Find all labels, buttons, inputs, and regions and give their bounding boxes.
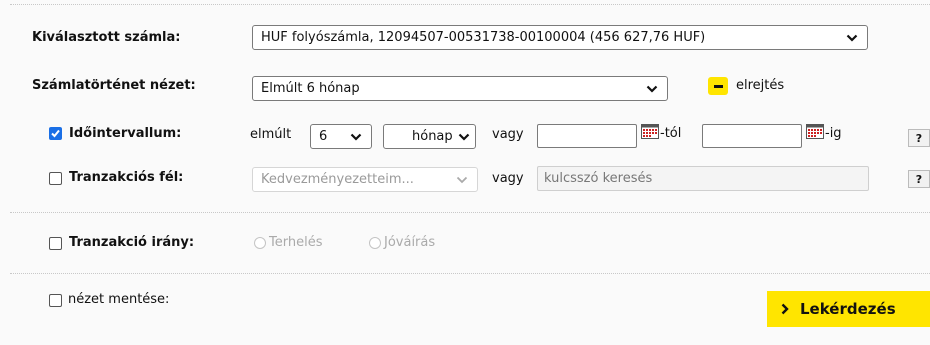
query-button-label: Lekérdezés bbox=[800, 300, 896, 318]
save-view-label: nézet mentése: bbox=[68, 292, 170, 307]
history-view-label: Számlatörténet nézet: bbox=[32, 78, 196, 93]
hide-toggle-button[interactable] bbox=[708, 77, 728, 95]
chevron-down-icon bbox=[350, 133, 362, 141]
debit-radio[interactable] bbox=[254, 237, 266, 249]
date-to-suffix: -ig bbox=[825, 126, 842, 141]
save-view-checkbox[interactable] bbox=[49, 294, 62, 307]
divider bbox=[10, 4, 930, 5]
interval-help-button[interactable]: ? bbox=[908, 129, 930, 147]
credit-radio[interactable] bbox=[369, 237, 381, 249]
party-checkbox[interactable] bbox=[49, 172, 62, 185]
checkmark-icon bbox=[51, 129, 60, 138]
direction-label: Tranzakció irány: bbox=[69, 235, 195, 250]
minus-icon bbox=[713, 84, 723, 88]
party-label: Tranzakciós fél: bbox=[69, 170, 184, 185]
history-view-select-value: Elmúlt 6 hónap bbox=[261, 81, 360, 96]
divider bbox=[10, 212, 930, 213]
calendar-icon[interactable] bbox=[806, 124, 824, 139]
keyword-search-placeholder: kulcsszó keresés bbox=[544, 171, 653, 186]
interval-or-label: vagy bbox=[492, 127, 524, 142]
interval-amount-select[interactable]: 6 bbox=[310, 124, 372, 149]
debit-label: Terhelés bbox=[269, 235, 323, 250]
date-from-suffix: -tól bbox=[660, 126, 682, 141]
party-or-label: vagy bbox=[492, 171, 524, 186]
interval-checkbox[interactable] bbox=[49, 127, 62, 140]
interval-unit-value: hónap bbox=[412, 129, 453, 144]
direction-checkbox[interactable] bbox=[49, 237, 62, 250]
divider bbox=[10, 273, 930, 274]
query-button[interactable]: Lekérdezés bbox=[767, 291, 930, 327]
hide-toggle-label[interactable]: elrejtés bbox=[736, 78, 784, 93]
chevron-down-icon bbox=[456, 176, 468, 183]
date-from-input[interactable] bbox=[537, 124, 637, 148]
chevron-down-icon bbox=[846, 34, 858, 42]
account-select[interactable]: HUF folyószámla, 12094507-00531738-00100… bbox=[252, 25, 868, 50]
history-view-select[interactable]: Elmúlt 6 hónap bbox=[252, 76, 668, 101]
chevron-down-icon bbox=[458, 133, 470, 141]
chevron-down-icon bbox=[646, 85, 658, 93]
account-label: Kiválasztott számla: bbox=[32, 30, 181, 45]
beneficiary-select-value: Kedvezményezetteim... bbox=[261, 172, 414, 187]
date-to-input[interactable] bbox=[702, 124, 802, 148]
account-select-value: HUF folyószámla, 12094507-00531738-00100… bbox=[261, 30, 706, 45]
credit-label: Jóváírás bbox=[384, 235, 436, 250]
keyword-search-input[interactable]: kulcsszó keresés bbox=[537, 166, 869, 191]
beneficiary-select[interactable]: Kedvezményezetteim... bbox=[252, 167, 478, 192]
calendar-icon[interactable] bbox=[641, 124, 659, 139]
interval-amount-value: 6 bbox=[319, 129, 328, 144]
interval-prefix: elmúlt bbox=[250, 127, 292, 142]
chevron-right-icon bbox=[781, 303, 789, 315]
interval-label: Időintervallum: bbox=[69, 126, 182, 141]
party-help-button[interactable]: ? bbox=[908, 170, 930, 188]
interval-unit-select[interactable]: hónap bbox=[383, 124, 476, 149]
